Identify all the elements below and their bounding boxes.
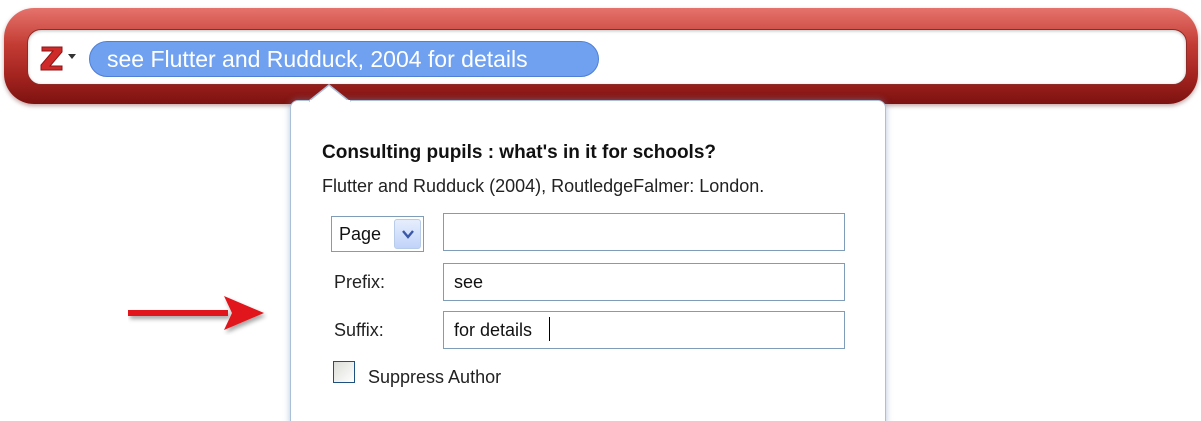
citation-bubble[interactable]: see Flutter and Rudduck, 2004 for detail… (89, 41, 599, 77)
dropdown-caret-icon[interactable] (68, 52, 78, 62)
chevron-down-icon[interactable] (394, 219, 421, 249)
zotero-quick-format-window: see Flutter and Rudduck, 2004 for detail… (0, 0, 1201, 421)
locator-type-value: Page (339, 224, 382, 244)
suffix-label: Suffix: (334, 320, 384, 340)
prefix-input[interactable] (443, 263, 845, 301)
red-arrow-icon (128, 296, 264, 330)
popup-pointer-icon (309, 84, 352, 102)
suppress-author-checkbox[interactable] (333, 361, 355, 383)
locator-input[interactable] (443, 213, 845, 251)
text-cursor (549, 317, 550, 341)
suffix-input[interactable] (443, 311, 845, 349)
prefix-label: Prefix: (334, 272, 386, 292)
locator-type-select[interactable]: Page (331, 216, 424, 252)
suppress-author-label[interactable]: Suppress Author (368, 367, 501, 388)
zotero-z-icon[interactable] (40, 44, 64, 72)
item-description: Flutter and Rudduck (2004), RoutledgeFal… (322, 176, 765, 196)
item-title: Consulting pupils : what's in it for sch… (322, 142, 717, 163)
